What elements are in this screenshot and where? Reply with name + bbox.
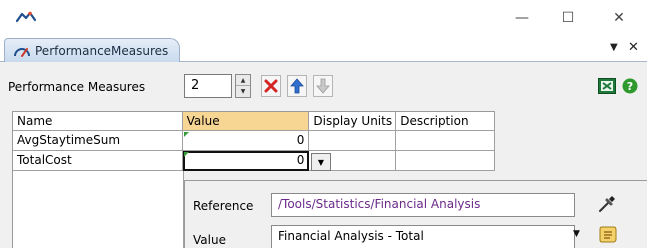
row-value-text: 0 (296, 153, 305, 167)
maximize-button[interactable]: ☐ (553, 6, 583, 30)
spinner-down-icon[interactable]: ▼ (236, 86, 250, 97)
reference-label: Reference (193, 199, 254, 213)
tab-menu-icon[interactable]: ▼ (610, 42, 618, 53)
tab-strip: PerformanceMeasures ▼ ✕ (0, 38, 647, 62)
help-icon[interactable]: ? (622, 78, 638, 94)
spinner-up-icon[interactable]: ▲ (236, 75, 250, 86)
formula-marker (183, 152, 189, 157)
tab-close-icon[interactable]: ✕ (628, 40, 639, 55)
value-label: Value (193, 233, 226, 247)
move-up-button[interactable] (287, 75, 307, 97)
value-dropdown-button[interactable]: ▼ (311, 153, 331, 171)
column-header-value[interactable]: Value (182, 111, 310, 131)
formula-marker (183, 132, 189, 137)
value-select[interactable]: Financial Analysis - Total (271, 225, 575, 248)
svg-text:?: ? (627, 80, 633, 93)
table-row[interactable]: TotalCost 0 (13, 151, 495, 171)
flexsim-logo-icon (16, 11, 36, 23)
close-window-button[interactable]: ✕ (604, 6, 634, 30)
row-description-cell[interactable] (396, 131, 495, 151)
grid-header: Name Value Display Units Description (13, 111, 495, 131)
eyedropper-icon[interactable] (597, 194, 617, 214)
minimize-button[interactable]: — (507, 6, 537, 30)
table-row[interactable]: AvgStaytimeSum 0 (13, 131, 495, 151)
minimize-icon: — (515, 10, 529, 26)
move-down-button[interactable] (313, 75, 333, 97)
column-header-display-units[interactable]: Display Units (309, 111, 397, 131)
close-icon: ✕ (613, 10, 625, 26)
column-header-name[interactable]: Name (13, 111, 183, 131)
reference-field[interactable]: /Tools/Statistics/Financial Analysis (271, 193, 575, 217)
row-units-cell[interactable] (309, 131, 397, 151)
row-name-cell[interactable]: TotalCost (13, 151, 183, 171)
maximize-icon: ☐ (561, 10, 575, 26)
row-value-cell[interactable]: 0 (182, 131, 310, 151)
performance-measures-label: Performance Measures (8, 80, 146, 94)
chevron-down-icon: ▼ (317, 157, 325, 167)
delete-button[interactable] (261, 75, 281, 97)
tab-performance-measures[interactable]: PerformanceMeasures (4, 38, 180, 62)
script-scroll-icon[interactable] (597, 223, 619, 245)
move-down-icon (316, 78, 330, 94)
value-select-chevron-icon[interactable]: ▼ (573, 229, 580, 239)
measures-grid: Name Value Display Units Description Avg… (12, 111, 495, 171)
count-spinner[interactable]: ▲ ▼ (235, 74, 251, 98)
value-editor-popup: Reference /Tools/Statistics/Financial An… (184, 180, 647, 248)
delete-icon (264, 79, 278, 93)
row-value-text: 0 (296, 133, 305, 147)
row-name-cell[interactable]: AvgStaytimeSum (13, 131, 183, 151)
excel-icon[interactable] (598, 78, 616, 94)
grid-empty-area (12, 171, 184, 248)
tab-label: PerformanceMeasures (35, 43, 169, 58)
column-header-description[interactable]: Description (396, 111, 495, 131)
performance-measures-panel: Performance Measures 2 ▲ ▼ ? Name Value … (0, 62, 647, 248)
row-description-cell[interactable] (396, 151, 495, 171)
title-bar: — ☐ ✕ (0, 0, 647, 36)
row-value-cell-active[interactable]: 0 (182, 151, 310, 171)
gauge-icon (14, 47, 30, 57)
measure-count-field[interactable]: 2 (184, 74, 232, 98)
move-up-icon (290, 78, 304, 94)
